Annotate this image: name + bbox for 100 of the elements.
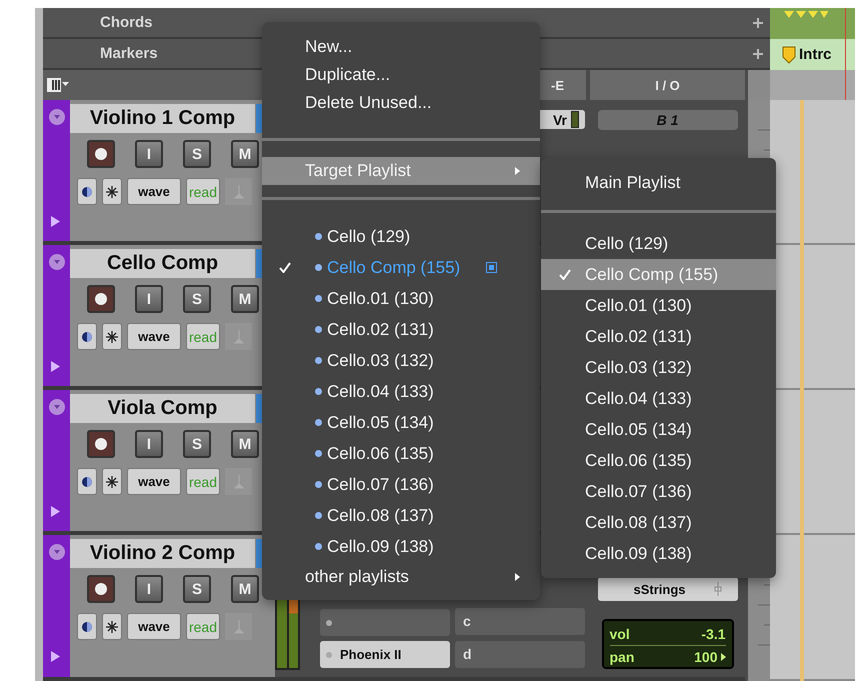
mute-button[interactable]: M [231, 140, 259, 168]
pan-value: 100 [694, 649, 718, 665]
record-button[interactable] [87, 140, 115, 168]
track-name[interactable]: Violino 2 Comp [70, 539, 255, 568]
expand-icon[interactable] [51, 651, 60, 662]
send-meter [571, 111, 579, 128]
view-selector[interactable]: wave [127, 613, 181, 640]
dot-icon [315, 450, 322, 457]
checkmark-icon [279, 262, 291, 273]
record-button[interactable] [87, 285, 115, 313]
add-icon[interactable] [752, 48, 762, 58]
playlist-item[interactable]: Cello.06 (135) [262, 438, 540, 469]
solo-button[interactable]: S [183, 430, 211, 458]
insert-button[interactable]: Phoenix II [320, 641, 450, 668]
expand-icon[interactable] [51, 361, 60, 372]
column-header: I / O [655, 78, 680, 92]
mute-button[interactable]: M [231, 575, 259, 603]
input-monitor-button[interactable]: I [135, 140, 163, 168]
timebase-button[interactable] [77, 323, 97, 350]
asterisk-icon [106, 476, 118, 488]
expand-icon[interactable] [51, 216, 60, 227]
track-lock-button[interactable] [225, 613, 252, 640]
playlist-item[interactable]: Cello (129) [262, 221, 540, 252]
playlist-item[interactable]: Cello (129) [541, 228, 776, 259]
elastic-audio-button[interactable] [102, 613, 122, 640]
dot-icon [315, 295, 322, 302]
marker-icon [782, 46, 796, 64]
solo-button[interactable]: S [183, 140, 211, 168]
dot-icon [315, 326, 322, 333]
playlist-item[interactable]: Cello.05 (134) [262, 407, 540, 438]
pan-arrow-icon [720, 653, 726, 661]
playlist-item[interactable]: Cello.05 (134) [541, 414, 776, 445]
send-slot[interactable]: d [455, 641, 585, 668]
view-selector[interactable]: wave [127, 178, 181, 205]
add-icon[interactable] [752, 18, 762, 28]
track-lock-button[interactable] [225, 323, 252, 350]
collapse-icon[interactable] [49, 109, 65, 125]
playlist-item[interactable]: Cello.07 (136) [541, 476, 776, 507]
column-header: -E [551, 78, 564, 92]
collapse-icon[interactable] [49, 254, 65, 270]
track-name[interactable]: Viola Comp [70, 394, 255, 423]
playlist-item[interactable]: Cello.04 (133) [262, 376, 540, 407]
playlist-item[interactable]: Cello.01 (130) [262, 283, 540, 314]
collapse-icon[interactable] [49, 399, 65, 415]
input-monitor-button[interactable]: I [135, 575, 163, 603]
elastic-audio-button[interactable] [102, 323, 122, 350]
elastic-audio-button[interactable] [102, 468, 122, 495]
track-lock-button[interactable] [225, 178, 252, 205]
playlist-item[interactable]: Cello.08 (137) [541, 507, 776, 538]
send-slot[interactable]: c [455, 608, 585, 635]
ruler-label: Markers [100, 45, 158, 62]
playlist-item[interactable]: Cello.03 (132) [262, 345, 540, 376]
menu-item[interactable]: New... [262, 33, 540, 61]
mute-button[interactable]: M [231, 285, 259, 313]
playlist-item[interactable]: Cello.02 (131) [541, 321, 776, 352]
track-name[interactable]: Violino 1 Comp [70, 104, 255, 133]
timebase-icon [81, 620, 93, 632]
timebase-button[interactable] [77, 178, 97, 205]
timebase-icon [81, 476, 93, 488]
playlist-item[interactable]: Cello.09 (138) [541, 538, 776, 569]
elastic-audio-button[interactable] [102, 178, 122, 205]
menu-item[interactable]: other playlists [262, 562, 540, 592]
playlist-item[interactable]: Cello.08 (137) [262, 500, 540, 531]
output-selector[interactable]: B 1 [598, 110, 738, 130]
view-selector[interactable]: wave [127, 468, 181, 495]
pan-label: pan [610, 649, 634, 665]
menu-item[interactable]: Main Playlist [541, 168, 776, 198]
playlist-item[interactable]: Cello.06 (135) [541, 445, 776, 476]
playlist-item[interactable]: Cello.04 (133) [541, 383, 776, 414]
dot-icon [315, 512, 322, 519]
collapse-icon[interactable] [49, 544, 65, 560]
playlist-item[interactable]: Cello.01 (130) [541, 290, 776, 321]
mute-button[interactable]: M [231, 430, 259, 458]
playlist-item[interactable]: Cello.09 (138) [262, 531, 540, 562]
dot-icon [315, 388, 322, 395]
track-name[interactable]: Cello Comp [70, 249, 255, 278]
playlist-item[interactable]: Cello Comp (155) [262, 252, 540, 283]
solo-button[interactable]: S [183, 575, 211, 603]
record-button[interactable] [87, 430, 115, 458]
record-button[interactable] [87, 575, 115, 603]
playlist-item[interactable]: Cello.03 (132) [541, 352, 776, 383]
playlist-item[interactable]: Cello.02 (131) [262, 314, 540, 345]
view-selector[interactable]: wave [127, 323, 181, 350]
output-selector[interactable]: sStrings [598, 577, 738, 601]
dot-icon [315, 543, 322, 550]
timebase-icon [81, 330, 93, 342]
timebase-button[interactable] [77, 468, 97, 495]
timebase-button[interactable] [77, 613, 97, 640]
volume-value: -3.1 [701, 626, 726, 642]
record-icon [94, 147, 108, 161]
input-monitor-button[interactable]: I [135, 285, 163, 313]
dot-icon [315, 419, 322, 426]
input-monitor-button[interactable]: I [135, 430, 163, 458]
menu-item[interactable]: Duplicate... [262, 61, 540, 89]
solo-button[interactable]: S [183, 285, 211, 313]
playlist-item[interactable]: Cello.07 (136) [262, 469, 540, 500]
track-lock-button[interactable] [225, 468, 252, 495]
submenu-arrow-icon [515, 167, 520, 175]
column-view-icon[interactable] [47, 78, 69, 92]
expand-icon[interactable] [51, 506, 60, 517]
